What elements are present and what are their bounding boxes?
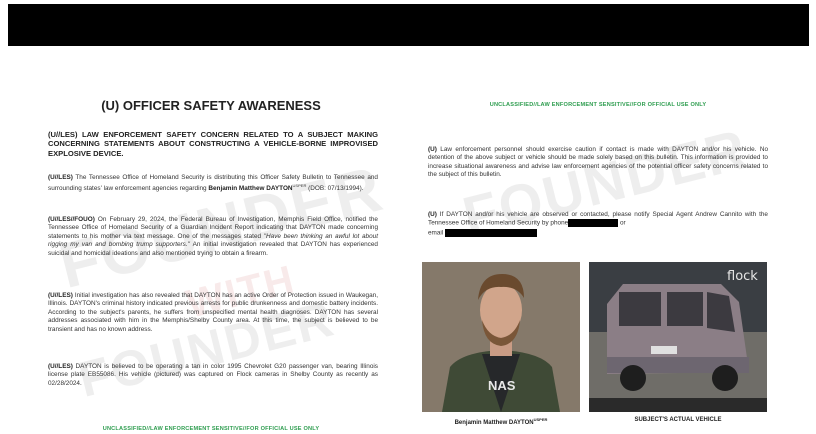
usper-marking: USPER [292,183,307,189]
caution-paragraph: (U) Law enforcement personnel should exe… [428,146,768,180]
paragraph-2: (U//LES//FOUO) On February 29, 2024, the… [48,216,378,258]
bulletin-heading: (U//LES) LAW ENFORCEMENT SAFETY CONCERN … [48,130,378,158]
vehicle-photo: flock [589,262,767,412]
classification-banner-footer: UNCLASSIFIED//LAW ENFORCEMENT SENSITIVE/… [102,426,320,432]
vehicle-caption: SUBJECT'S ACTUAL VEHICLE [634,417,722,423]
subject-name: Benjamin Matthew DAYTON [208,185,293,193]
vehicle-figure: flock [589,262,767,412]
classification-marking: (U//LES) [48,292,73,299]
paragraph-1: (U//LES) The Tennessee Office of Homelan… [48,174,378,194]
paragraph-text: Law enforcement personnel should exercis… [428,146,768,179]
redacted-phone [568,219,619,228]
classification-marking: (U//LES) [48,174,73,181]
classification-marking: (U) [428,211,437,218]
paragraph-text: email [428,229,444,237]
suspect-figure: NAS [422,262,580,412]
redacted-email [445,228,538,237]
bulletin-title: (U) OFFICER SAFETY AWARENESS [101,98,321,113]
contact-paragraph: (U) If DAYTON and/or his vehicle are obs… [428,211,768,238]
subject-dob: (DOB: 07/13/1994). [306,185,364,193]
suspect-photo: NAS [422,262,580,412]
redaction-bar [8,4,809,46]
classification-marking: (U//LES//FOUO) [48,216,95,223]
paragraph-4: (U//LES) DAYTON is believed to be operat… [48,363,378,388]
flock-label: flock [727,269,758,284]
suspect-caption-text: Benjamin Matthew DAYTON [454,420,534,426]
paragraph-3: (U//LES) Initial investigation has also … [48,292,378,334]
usper-marking: USPER [533,417,548,422]
shirt-logo: NAS [488,378,516,393]
classification-marking: (U) [428,146,437,153]
paragraph-text: DAYTON is believed to be operating a tan… [48,363,378,387]
classification-marking: (U//LES) [48,363,73,370]
paragraph-text: or [618,220,626,228]
paragraph-text: Initial investigation has also revealed … [48,292,378,333]
classification-banner-header: UNCLASSIFIED//LAW ENFORCEMENT SENSITIVE/… [489,102,707,108]
suspect-caption: Benjamin Matthew DAYTONUSPER [422,417,580,426]
bulletin-page-left: FOUNDER WITH FOUNDER (U) OFFICER SAFETY … [36,50,390,434]
